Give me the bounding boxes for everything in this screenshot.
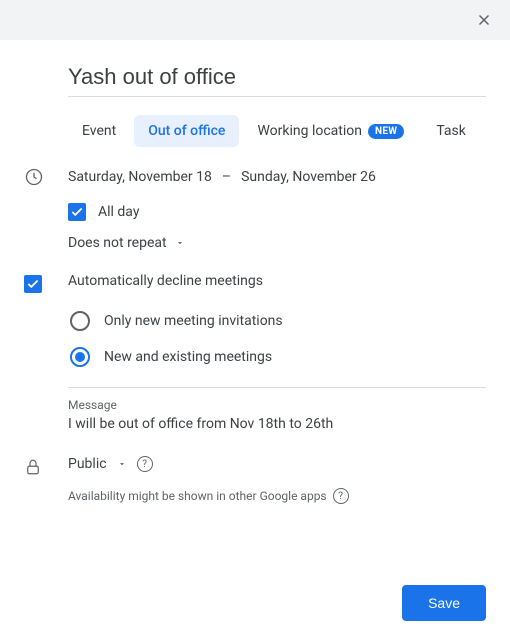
tab-event[interactable]: Event — [68, 115, 130, 147]
auto-decline-section: Automatically decline meetings Only new … — [24, 273, 486, 434]
checkmark-icon — [26, 277, 40, 291]
divider — [68, 387, 486, 388]
repeat-label: Does not repeat — [68, 235, 167, 251]
chevron-down-icon — [117, 459, 127, 469]
chevron-down-icon — [175, 238, 185, 248]
radio-icon-unselected — [70, 311, 90, 331]
availability-hint: Availability might be shown in other Goo… — [68, 489, 327, 503]
start-date[interactable]: Saturday, November 18 — [68, 169, 212, 185]
visibility-label: Public — [68, 456, 107, 472]
close-icon — [475, 11, 493, 29]
tab-out-of-office[interactable]: Out of office — [134, 115, 239, 147]
new-badge: NEW — [368, 124, 404, 139]
visibility-dropdown[interactable]: Public ? — [68, 456, 486, 472]
message-label: Message — [68, 398, 486, 412]
radio-new-existing[interactable]: New and existing meetings — [70, 339, 486, 375]
dialog-footer: Save — [402, 585, 486, 621]
all-day-checkbox[interactable] — [68, 203, 86, 221]
radio-icon-selected — [70, 347, 90, 367]
help-icon[interactable]: ? — [333, 488, 349, 504]
clock-icon — [24, 167, 44, 187]
message-input[interactable]: I will be out of office from Nov 18th to… — [68, 414, 486, 434]
lock-icon — [24, 458, 42, 476]
date-section: Saturday, November 18 – Sunday, November… — [24, 165, 486, 251]
all-day-label: All day — [98, 204, 139, 220]
dialog-header — [0, 0, 510, 40]
radio-only-new-label: Only new meeting invitations — [104, 313, 283, 329]
event-type-tabs: Event Out of office Working location NEW… — [68, 115, 486, 147]
dialog-content: Event Out of office Working location NEW… — [0, 40, 510, 504]
auto-decline-label: Automatically decline meetings — [68, 273, 486, 289]
help-icon[interactable]: ? — [137, 456, 153, 472]
event-title-input[interactable] — [68, 56, 486, 97]
tab-working-location[interactable]: Working location NEW — [243, 115, 418, 147]
end-date[interactable]: Sunday, November 26 — [241, 169, 376, 185]
radio-only-new[interactable]: Only new meeting invitations — [70, 303, 486, 339]
tab-working-location-label: Working location — [257, 123, 362, 139]
checkmark-icon — [70, 205, 84, 219]
date-separator: – — [222, 169, 231, 185]
close-button[interactable] — [470, 6, 498, 34]
radio-new-existing-label: New and existing meetings — [104, 349, 272, 365]
tab-task[interactable]: Task — [422, 115, 480, 147]
auto-decline-checkbox[interactable] — [24, 275, 42, 293]
visibility-section: Public ? Availability might be shown in … — [24, 456, 486, 504]
save-button[interactable]: Save — [402, 585, 486, 621]
repeat-dropdown[interactable]: Does not repeat — [68, 235, 486, 251]
